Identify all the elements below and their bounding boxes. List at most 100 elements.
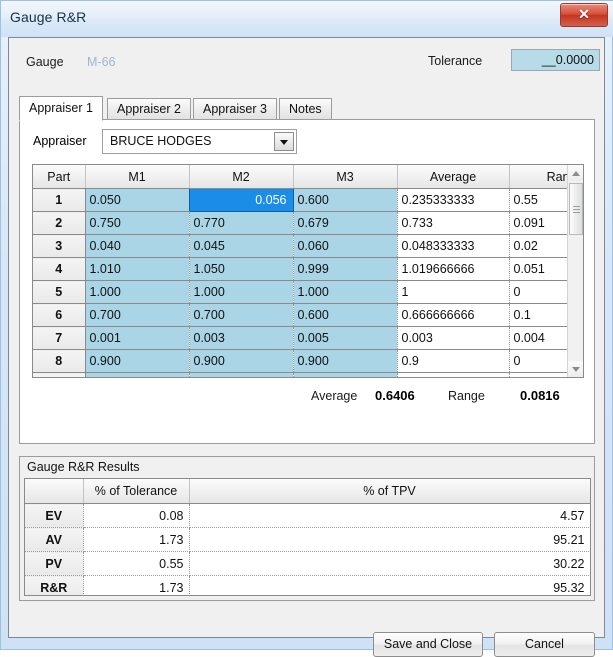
cell-average[interactable]: 0.9: [397, 349, 510, 373]
tolerance-input[interactable]: __0.0000: [511, 49, 600, 71]
cell-m3[interactable]: 0.999: [293, 257, 398, 281]
appraiser-select[interactable]: BRUCE HODGES: [102, 129, 297, 154]
results-col-header-blank: [25, 479, 84, 504]
cell-m3[interactable]: 0.600: [293, 303, 398, 327]
results-header-row: % of Tolerance % of TPV: [25, 479, 590, 504]
row-header[interactable]: 5: [33, 280, 86, 304]
cell-m3[interactable]: 0.005: [293, 326, 398, 350]
cell-m2[interactable]: 0.900: [189, 372, 294, 377]
cell-m2[interactable]: 0.900: [189, 349, 294, 373]
col-header-part[interactable]: Part: [33, 165, 86, 189]
table-row[interactable]: 5 1.000 1.000 1.000 1 0: [33, 280, 583, 304]
cell-average[interactable]: 0.235333333: [397, 188, 510, 212]
cell-m1[interactable]: 1.010: [85, 257, 190, 281]
cell-m3[interactable]: 0.060: [293, 234, 398, 258]
col-header-m1[interactable]: M1: [85, 165, 190, 189]
close-button[interactable]: ✕: [560, 3, 608, 27]
table-row[interactable]: 1 0.050 0.056 0.600 0.235333333 0.55: [33, 188, 583, 212]
results-cell-tpv[interactable]: 30.22: [189, 551, 590, 576]
grid-vertical-scrollbar[interactable]: [567, 165, 583, 377]
row-header[interactable]: 9: [33, 372, 86, 377]
results-cell-tolerance[interactable]: 1.73: [83, 527, 190, 552]
col-header-m2[interactable]: M2: [189, 165, 294, 189]
table-row[interactable]: 4 1.010 1.050 0.999 1.019666666 0.051: [33, 257, 583, 281]
grip-icon: [573, 206, 580, 213]
cell-m2[interactable]: 0.700: [189, 303, 294, 327]
table-row[interactable]: 9 0.900 0.900 0.900 0.9 0: [33, 372, 583, 377]
table-row[interactable]: 8 0.900 0.900 0.900 0.9 0: [33, 349, 583, 373]
table-row[interactable]: EV 0.08 4.57: [25, 503, 590, 528]
cell-m1[interactable]: 0.900: [85, 372, 190, 377]
cell-m2-selected[interactable]: 0.056: [188, 188, 294, 212]
scrollbar-thumb[interactable]: [569, 183, 583, 235]
appraiser-dropdown-button[interactable]: [274, 132, 294, 151]
gauge-value: M-66: [87, 55, 116, 69]
results-cell-tpv[interactable]: 95.21: [189, 527, 590, 552]
cell-average[interactable]: 0.733: [397, 211, 510, 235]
totals-average-label: Average: [311, 389, 358, 403]
row-header[interactable]: 4: [33, 257, 86, 281]
tab-appraiser-1[interactable]: Appraiser 1: [19, 96, 103, 121]
results-grid[interactable]: % of Tolerance % of TPV EV 0.08 4.57 AV …: [24, 478, 591, 596]
cell-m1[interactable]: 0.900: [85, 349, 190, 373]
cell-average[interactable]: 0.048333333: [397, 234, 510, 258]
cell-average[interactable]: 1: [397, 280, 510, 304]
cell-average[interactable]: 0.9: [397, 372, 510, 377]
chevron-down-icon: [280, 140, 288, 145]
row-header[interactable]: 3: [33, 234, 86, 258]
row-header[interactable]: 6: [33, 303, 86, 327]
tab-appraiser-3[interactable]: Appraiser 3: [193, 98, 277, 120]
table-row[interactable]: 7 0.001 0.003 0.005 0.003 0.004: [33, 326, 583, 350]
col-header-average[interactable]: Average: [397, 165, 510, 189]
cell-m2[interactable]: 1.000: [189, 280, 294, 304]
table-row[interactable]: 2 0.750 0.770 0.679 0.733 0.091: [33, 211, 583, 235]
appraiser-label: Appraiser: [33, 134, 87, 148]
cell-average[interactable]: 1.019666666: [397, 257, 510, 281]
results-caption: Gauge R&R Results: [27, 460, 140, 474]
cell-m3[interactable]: 0.900: [293, 349, 398, 373]
cell-m1[interactable]: 0.001: [85, 326, 190, 350]
scroll-up-icon[interactable]: [568, 165, 583, 181]
cell-m1[interactable]: 0.040: [85, 234, 190, 258]
results-cell-tpv[interactable]: 4.57: [189, 503, 590, 528]
results-col-header-tolerance[interactable]: % of Tolerance: [83, 479, 190, 504]
results-row-header-pv: PV: [25, 551, 84, 576]
cell-m3[interactable]: 0.679: [293, 211, 398, 235]
save-and-close-button[interactable]: Save and Close: [373, 632, 483, 657]
col-header-m3[interactable]: M3: [293, 165, 398, 189]
row-header[interactable]: 2: [33, 211, 86, 235]
cell-m1[interactable]: 1.000: [85, 280, 190, 304]
cancel-button[interactable]: Cancel: [494, 632, 595, 657]
cell-m3[interactable]: 0.600: [293, 188, 398, 212]
tab-appraiser-2[interactable]: Appraiser 2: [107, 98, 191, 120]
table-row[interactable]: R&R 1.73 95.32: [25, 575, 590, 595]
results-cell-tolerance[interactable]: 0.08: [83, 503, 190, 528]
table-row[interactable]: 6 0.700 0.700 0.600 0.666666666 0.1: [33, 303, 583, 327]
title-bar: Gauge R&R ✕: [1, 1, 613, 37]
table-row[interactable]: PV 0.55 30.22: [25, 551, 590, 576]
tab-notes[interactable]: Notes: [279, 98, 332, 120]
cell-m1[interactable]: 0.050: [85, 188, 190, 212]
table-row[interactable]: 3 0.040 0.045 0.060 0.048333333 0.02: [33, 234, 583, 258]
cell-average[interactable]: 0.003: [397, 326, 510, 350]
cell-m1[interactable]: 0.750: [85, 211, 190, 235]
cell-m2[interactable]: 0.045: [189, 234, 294, 258]
cell-m1[interactable]: 0.700: [85, 303, 190, 327]
results-cell-tpv[interactable]: 95.32: [189, 575, 590, 595]
scroll-down-icon[interactable]: [568, 361, 583, 377]
cell-m2[interactable]: 0.770: [189, 211, 294, 235]
cell-average[interactable]: 0.666666666: [397, 303, 510, 327]
results-cell-tolerance[interactable]: 0.55: [83, 551, 190, 576]
results-cell-tolerance[interactable]: 1.73: [83, 575, 190, 595]
cell-m3[interactable]: 0.900: [293, 372, 398, 377]
row-header[interactable]: 1: [33, 188, 86, 212]
cell-m3[interactable]: 1.000: [293, 280, 398, 304]
cell-m2[interactable]: 0.003: [189, 326, 294, 350]
row-header[interactable]: 8: [33, 349, 86, 373]
cell-m2[interactable]: 1.050: [189, 257, 294, 281]
table-row[interactable]: AV 1.73 95.21: [25, 527, 590, 552]
measurement-grid[interactable]: Part M1 M2 M3 Average Range 1 0.050 0.05: [32, 164, 584, 378]
row-header[interactable]: 7: [33, 326, 86, 350]
appraiser-selected-value: BRUCE HODGES: [110, 134, 212, 148]
results-col-header-tpv[interactable]: % of TPV: [189, 479, 590, 504]
